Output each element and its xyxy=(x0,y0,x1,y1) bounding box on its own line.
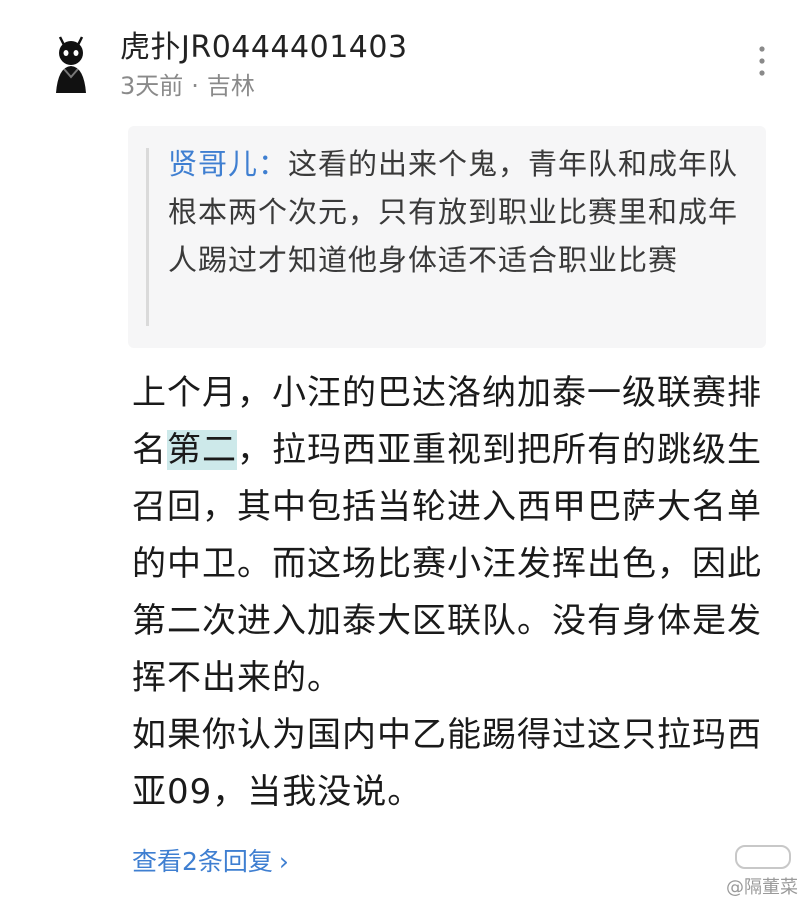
comment-paragraph-2: 如果你认为国内中乙能踢得过这只拉玛西亚09，当我没说。 xyxy=(132,715,762,812)
watermark-text: @隔董菜 xyxy=(726,877,798,898)
highlighted-text: 第二 xyxy=(167,430,237,470)
watermark-logo-icon xyxy=(735,845,791,869)
view-replies-link[interactable]: 查看2条回复 › xyxy=(132,842,289,878)
quote-author[interactable]: 贤哥儿： xyxy=(168,147,288,181)
comment-meta: 3天前 · 吉林 xyxy=(120,66,255,101)
quote-text: 贤哥儿：这看的出来个鬼，青年队和成年队根本两个次元，只有放到职业比赛里和成年人踢… xyxy=(168,140,748,284)
avatar[interactable] xyxy=(42,33,100,95)
comment-body: 上个月，小汪的巴达洛纳加泰一级联赛排名第二，拉玛西亚重视到把所有的跳级生召回，其… xyxy=(132,365,772,821)
more-options-icon[interactable] xyxy=(752,44,772,78)
view-replies-label: 查看2条回复 xyxy=(132,847,273,876)
quote-bar xyxy=(146,148,149,326)
comment-card: 虎扑JR0444401403 3天前 · 吉林 贤哥儿：这看的出来个鬼，青年队和成年… xyxy=(0,0,800,903)
timestamp: 3天前 xyxy=(120,72,184,100)
chevron-right-icon: › xyxy=(278,847,289,876)
quoted-comment[interactable]: 贤哥儿：这看的出来个鬼，青年队和成年队根本两个次元，只有放到职业比赛里和成年人踢… xyxy=(128,126,766,348)
username[interactable]: 虎扑JR0444401403 xyxy=(120,22,408,66)
comment-paragraph-1: 上个月，小汪的巴达洛纳加泰一级联赛排名第二，拉玛西亚重视到把所有的跳级生召回，其… xyxy=(132,373,762,698)
location: 吉林 xyxy=(206,72,255,100)
meta-separator: · xyxy=(191,72,199,100)
